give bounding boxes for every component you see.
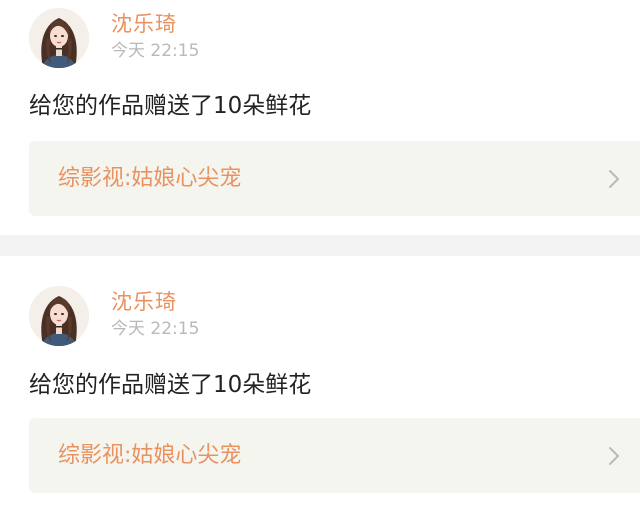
notification-message: 给您的作品赠送了10朵鲜花 — [29, 93, 312, 119]
work-title: 综影视:姑娘心尖宠 — [58, 166, 242, 191]
timestamp: 今天 22:15 — [111, 41, 200, 61]
notification-card: 沈乐琦 今天 22:15 给您的作品赠送了10朵鲜花 综影视:姑娘心尖宠 — [0, 256, 640, 513]
work-title: 综影视:姑娘心尖宠 — [58, 443, 242, 468]
timestamp: 今天 22:15 — [111, 319, 200, 339]
work-link-card[interactable]: 综影视:姑娘心尖宠 — [29, 418, 640, 493]
chevron-right-icon — [609, 170, 619, 188]
work-link-card[interactable]: 综影视:姑娘心尖宠 — [29, 141, 640, 216]
notification-feed: 沈乐琦 今天 22:15 给您的作品赠送了10朵鲜花 综影视:姑娘心尖宠 沈乐琦… — [0, 0, 640, 513]
user-avatar-icon[interactable] — [29, 8, 89, 68]
user-name[interactable]: 沈乐琦 — [111, 292, 177, 313]
chevron-right-icon — [609, 447, 619, 465]
section-divider — [0, 235, 640, 256]
user-name[interactable]: 沈乐琦 — [111, 14, 177, 35]
notification-card: 沈乐琦 今天 22:15 给您的作品赠送了10朵鲜花 综影视:姑娘心尖宠 — [0, 0, 640, 235]
user-avatar-icon[interactable] — [29, 286, 89, 346]
notification-message: 给您的作品赠送了10朵鲜花 — [29, 372, 312, 398]
